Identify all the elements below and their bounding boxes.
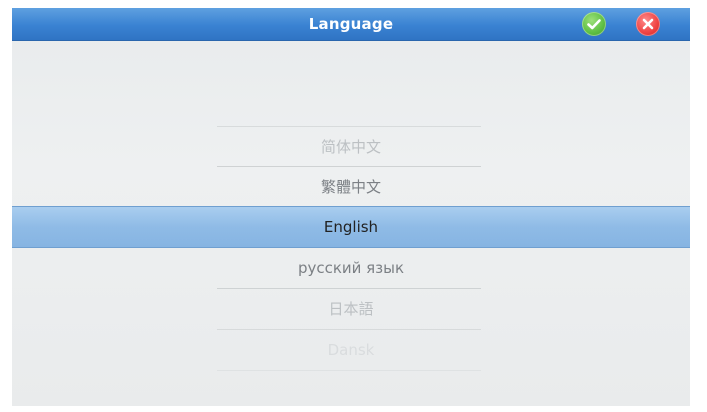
language-item-label: English (323, 218, 379, 236)
language-item-label: русский язык (297, 259, 405, 277)
language-item-japanese[interactable]: 日本語 (12, 289, 690, 329)
language-item-russian[interactable]: русский язык (12, 248, 690, 288)
language-item-danish[interactable]: Dansk (12, 330, 690, 370)
separator (217, 370, 481, 371)
language-screen: Language 简体中文 繁體中文 English русский язык … (12, 8, 690, 406)
language-item-english[interactable]: English (12, 206, 690, 248)
language-item-label: 日本語 (328, 300, 374, 318)
title-bar: Language (12, 8, 690, 40)
confirm-button[interactable] (582, 12, 606, 36)
language-item-label: Dansk (327, 341, 375, 359)
cancel-button[interactable] (636, 12, 660, 36)
language-item-simplified-chinese[interactable]: 简体中文 (12, 127, 690, 167)
close-icon (642, 18, 654, 30)
language-item-traditional-chinese[interactable]: 繁體中文 (12, 167, 690, 207)
check-icon (587, 19, 601, 30)
language-list[interactable]: 简体中文 繁體中文 English русский язык 日本語 Dansk (12, 40, 690, 406)
language-item-label: 简体中文 (320, 138, 381, 156)
language-item-label: 繁體中文 (320, 178, 381, 196)
